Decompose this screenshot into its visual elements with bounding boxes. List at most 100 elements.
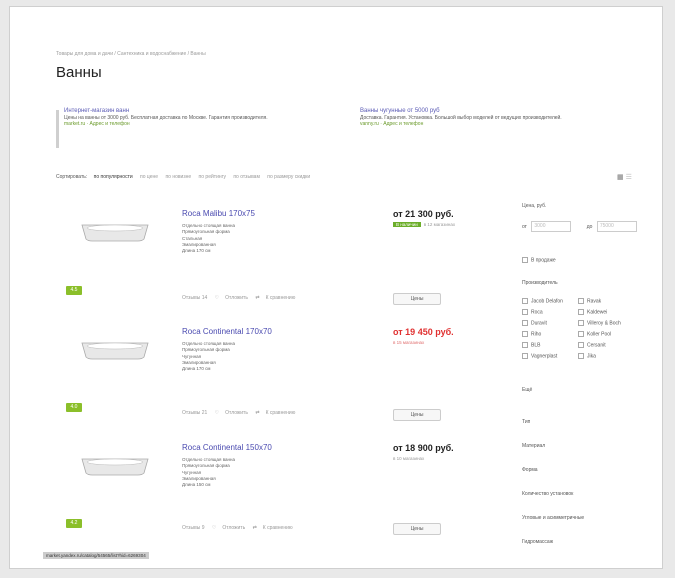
product-specs: Отдельно стоящая ванна Прямоугольная фор…: [182, 341, 235, 372]
filter-section[interactable]: Материал: [522, 443, 647, 449]
compare-icon[interactable]: ⇄: [253, 525, 257, 531]
ad-url[interactable]: market.ru · Адрес и телефон: [64, 121, 314, 128]
product-actions: Отзывы 21 ♡ Отложить ⇄ К сравнению: [182, 410, 301, 416]
filter-section[interactable]: Форма: [522, 467, 647, 473]
maker-option[interactable]: Koller Pool: [578, 331, 611, 337]
shop-count[interactable]: в 12 магазинах: [424, 222, 455, 227]
sort-bar: Сортировать: по популярности по цене по …: [56, 174, 316, 180]
product-title[interactable]: Roca Continental 150x70: [182, 443, 272, 452]
maker-filter-title[interactable]: Производитель: [522, 280, 647, 286]
product-actions: Отзывы 9 ♡ Отложить ⇄ К сравнению: [182, 525, 299, 531]
product-title[interactable]: Roca Malibu 170x75: [182, 209, 255, 218]
maker-label: Duravit: [531, 320, 547, 327]
sort-option[interactable]: по рейтингу: [199, 174, 226, 180]
spec-line: Длина 170 см: [182, 366, 211, 372]
filter-section-more[interactable]: Ещё: [522, 387, 647, 393]
shop-count[interactable]: в 15 магазинах: [393, 340, 424, 345]
maker-label: Jika: [587, 353, 596, 360]
sort-option[interactable]: по популярности: [94, 174, 133, 180]
stock-badge: В наличии: [393, 222, 421, 227]
price-to-input[interactable]: 75000: [596, 221, 637, 232]
checkbox[interactable]: [522, 342, 528, 348]
maker-option[interactable]: Villeroy & Boch: [578, 320, 621, 326]
maker-label: Kaldewei: [587, 309, 608, 316]
filter-section[interactable]: Угловые и асимметричные: [522, 515, 647, 521]
page-title: Ванны: [56, 64, 102, 81]
spec-line: Длина 150 см: [182, 482, 211, 488]
checkbox[interactable]: [522, 257, 528, 263]
shop-count[interactable]: в 10 магазинах: [393, 456, 424, 461]
view-toggle: ▦ ☰: [617, 173, 632, 181]
compare-link[interactable]: К сравнению: [263, 525, 293, 531]
grid-view-icon[interactable]: ▦: [617, 174, 624, 181]
sort-option[interactable]: по отзывам: [233, 174, 260, 180]
checkbox[interactable]: [578, 309, 584, 315]
checkbox[interactable]: [522, 331, 528, 337]
heart-icon[interactable]: ♡: [215, 295, 219, 301]
maker-option[interactable]: BLB: [522, 342, 540, 348]
ad-url[interactable]: vanny.ru · Адрес и телефон: [360, 121, 630, 128]
compare-icon[interactable]: ⇄: [255, 295, 259, 301]
save-link[interactable]: Отложить: [222, 525, 245, 531]
filter-section[interactable]: Тип: [522, 419, 647, 425]
product-title[interactable]: Roca Continental 170x70: [182, 327, 272, 336]
sort-option[interactable]: по цене: [140, 174, 158, 180]
price-to-label: до: [586, 223, 593, 230]
in-stock-label: В продаже: [531, 257, 556, 264]
sort-option[interactable]: по новизне: [165, 174, 191, 180]
checkbox[interactable]: [578, 298, 584, 304]
compare-link[interactable]: К сравнению: [266, 410, 296, 416]
prices-button[interactable]: Цены: [393, 409, 441, 421]
rating-badge: 4.0: [66, 403, 82, 412]
bathtub-image[interactable]: [80, 337, 150, 361]
maker-option[interactable]: Vagnerplast: [522, 353, 557, 359]
compare-link[interactable]: К сравнению: [266, 295, 296, 301]
save-link[interactable]: Отложить: [225, 410, 248, 416]
heart-icon[interactable]: ♡: [215, 410, 219, 416]
sort-option[interactable]: по размеру скидки: [267, 174, 310, 180]
bathtub-image[interactable]: [80, 219, 150, 243]
list-view-icon[interactable]: ☰: [626, 174, 632, 181]
prices-button[interactable]: Цены: [393, 293, 441, 305]
checkbox[interactable]: [522, 309, 528, 315]
breadcrumb[interactable]: Товары для дома и дачи / Сантехника и во…: [56, 51, 206, 57]
compare-icon[interactable]: ⇄: [255, 410, 259, 416]
filter-section[interactable]: Гидромассаж: [522, 539, 647, 545]
reviews-link[interactable]: Отзывы 14: [182, 295, 207, 301]
maker-option[interactable]: Jacob Delafon: [522, 298, 563, 304]
save-link[interactable]: Отложить: [225, 295, 248, 301]
maker-label: Koller Pool: [587, 331, 612, 338]
checkbox[interactable]: [578, 342, 584, 348]
maker-label: Ravak: [587, 298, 602, 305]
reviews-link[interactable]: Отзывы 21: [182, 410, 207, 416]
ad-block-1[interactable]: Интернет-магазин ванн Цены на ванны от 3…: [64, 108, 314, 128]
bathtub-image[interactable]: [80, 453, 150, 477]
product-actions: Отзывы 14 ♡ Отложить ⇄ К сравнению: [182, 295, 301, 301]
price-from-input[interactable]: 3000: [531, 221, 572, 232]
prices-button[interactable]: Цены: [393, 523, 441, 535]
ad-block-2[interactable]: Ванны чугунные от 5000 руб Доставка. Гар…: [360, 108, 630, 128]
rating-badge: 4.5: [66, 286, 82, 295]
maker-option[interactable]: Duravit: [522, 320, 547, 326]
heart-icon[interactable]: ♡: [212, 525, 216, 531]
checkbox[interactable]: [522, 353, 528, 359]
product-price: от 19 450 руб.: [393, 327, 454, 337]
checkbox[interactable]: [578, 353, 584, 359]
maker-option[interactable]: Riho: [522, 331, 541, 337]
maker-option[interactable]: Kaldewei: [578, 309, 607, 315]
checkbox[interactable]: [522, 298, 528, 304]
checkbox[interactable]: [578, 331, 584, 337]
in-stock-filter[interactable]: В продаже: [522, 257, 647, 263]
price-sub: в 15 магазинах: [393, 340, 424, 345]
filter-section[interactable]: Количество установок: [522, 491, 647, 497]
maker-option[interactable]: Ravak: [578, 298, 601, 304]
reviews-link[interactable]: Отзывы 9: [182, 525, 205, 531]
checkbox[interactable]: [578, 320, 584, 326]
maker-option[interactable]: Jika: [578, 353, 596, 359]
product-specs: Отдельно стоящая ванна Прямоугольная фор…: [182, 457, 235, 488]
maker-option[interactable]: Roca: [522, 309, 543, 315]
checkbox[interactable]: [522, 320, 528, 326]
status-bar-url: market.yandex.ru/catalog/54565/list?hid=…: [43, 552, 149, 559]
browser-page: Товары для дома и дачи / Сантехника и во…: [9, 6, 663, 569]
maker-option[interactable]: Cersanit: [578, 342, 606, 348]
